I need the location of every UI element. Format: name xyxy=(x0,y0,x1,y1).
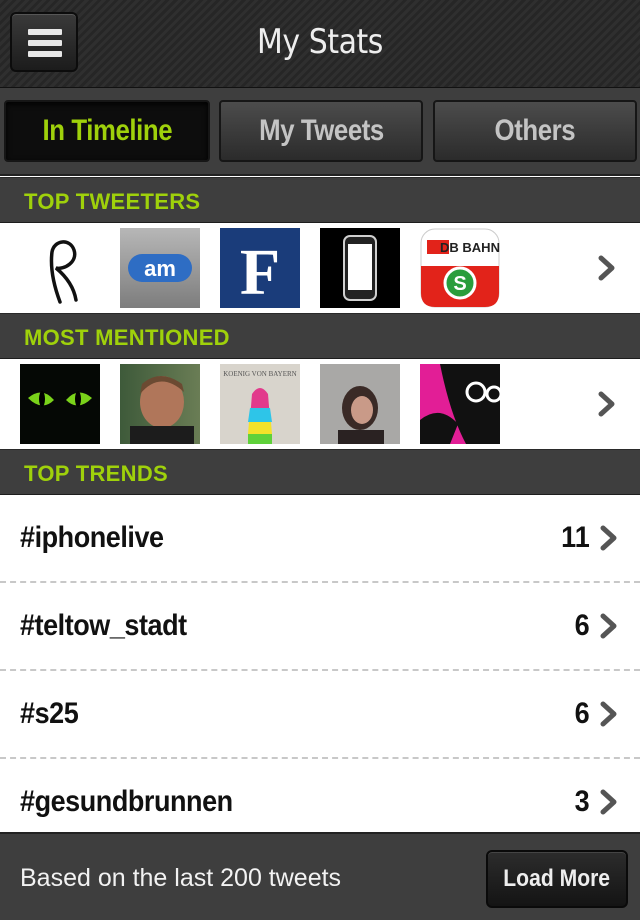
trend-tag: #s25 xyxy=(20,697,79,730)
f-logo[interactable]: F xyxy=(220,228,300,308)
am-logo-text: am xyxy=(144,256,176,281)
tab-label: In Timeline xyxy=(42,114,172,147)
page-title: My Stats xyxy=(257,22,383,62)
load-more-button[interactable]: Load More xyxy=(486,850,628,908)
trend-row[interactable]: #teltow_stadt 6 xyxy=(0,583,640,671)
script-r-logo[interactable] xyxy=(20,228,100,308)
pink-glasses-avatar[interactable] xyxy=(420,364,500,444)
trend-count: 6 xyxy=(574,609,590,642)
section-title: MOST MENTIONED xyxy=(24,325,230,350)
woman-portrait-avatar[interactable] xyxy=(320,364,400,444)
section-header-top-trends: TOP TRENDS xyxy=(0,449,640,495)
f-logo-text: F xyxy=(240,236,280,308)
trend-tag: #iphonelive xyxy=(20,521,164,554)
navigation-bar: My Stats xyxy=(0,0,640,88)
trend-row[interactable]: #s25 6 xyxy=(0,671,640,759)
trend-count: 11 xyxy=(561,521,590,554)
menu-button[interactable] xyxy=(10,12,78,72)
footer-bar: Based on the last 200 tweets Load More xyxy=(0,832,640,920)
man-portrait-avatar[interactable] xyxy=(120,364,200,444)
cat-eyes-avatar[interactable] xyxy=(20,364,100,444)
avatar-caption: KOENIG VON BAYERN xyxy=(223,370,297,378)
tab-label: Others xyxy=(494,114,576,147)
section-title: TOP TRENDS xyxy=(24,461,168,486)
top-tweeters-row[interactable]: am F DB BAHN S xyxy=(0,223,640,313)
tab-label: My Tweets xyxy=(258,114,384,147)
rainbow-figure-avatar[interactable]: KOENIG VON BAYERN xyxy=(220,364,300,444)
tab-in-timeline[interactable]: In Timeline xyxy=(4,100,210,162)
footer-caption: Based on the last 200 tweets xyxy=(20,864,342,892)
most-mentioned-row[interactable]: KOENIG VON BAYERN xyxy=(0,359,640,449)
db-bahn-s-logo[interactable]: DB BAHN S xyxy=(420,228,500,308)
trend-count: 3 xyxy=(574,785,590,818)
svg-text:S: S xyxy=(453,273,466,295)
trend-row[interactable]: #gesundbrunnen 3 xyxy=(0,759,640,832)
chevron-right-icon[interactable] xyxy=(596,391,618,417)
segmented-tabs: In Timeline My Tweets Others xyxy=(0,88,640,176)
tab-my-tweets[interactable]: My Tweets xyxy=(219,100,423,162)
chevron-right-icon xyxy=(600,613,617,639)
phone-logo[interactable] xyxy=(320,228,400,308)
hamburger-menu-icon xyxy=(28,29,62,35)
section-header-most-mentioned: MOST MENTIONED xyxy=(0,313,640,359)
hamburger-menu-icon-bar xyxy=(28,40,62,46)
hamburger-menu-icon-bar xyxy=(28,51,62,57)
chevron-right-icon xyxy=(600,525,617,551)
section-title: TOP TWEETERS xyxy=(24,189,201,214)
trend-row[interactable]: #iphonelive 11 xyxy=(0,495,640,583)
chevron-right-icon[interactable] xyxy=(596,255,618,281)
am-logo[interactable]: am xyxy=(120,228,200,308)
trend-count: 6 xyxy=(574,697,590,730)
load-more-label: Load More xyxy=(503,865,611,892)
chevron-right-icon xyxy=(600,789,617,815)
db-bahn-text: DB BAHN xyxy=(440,240,500,255)
section-header-top-tweeters: TOP TWEETERS xyxy=(0,177,640,223)
trend-tag: #gesundbrunnen xyxy=(20,785,233,818)
chevron-right-icon xyxy=(600,701,617,727)
trend-tag: #teltow_stadt xyxy=(20,609,187,642)
tab-others[interactable]: Others xyxy=(433,100,637,162)
